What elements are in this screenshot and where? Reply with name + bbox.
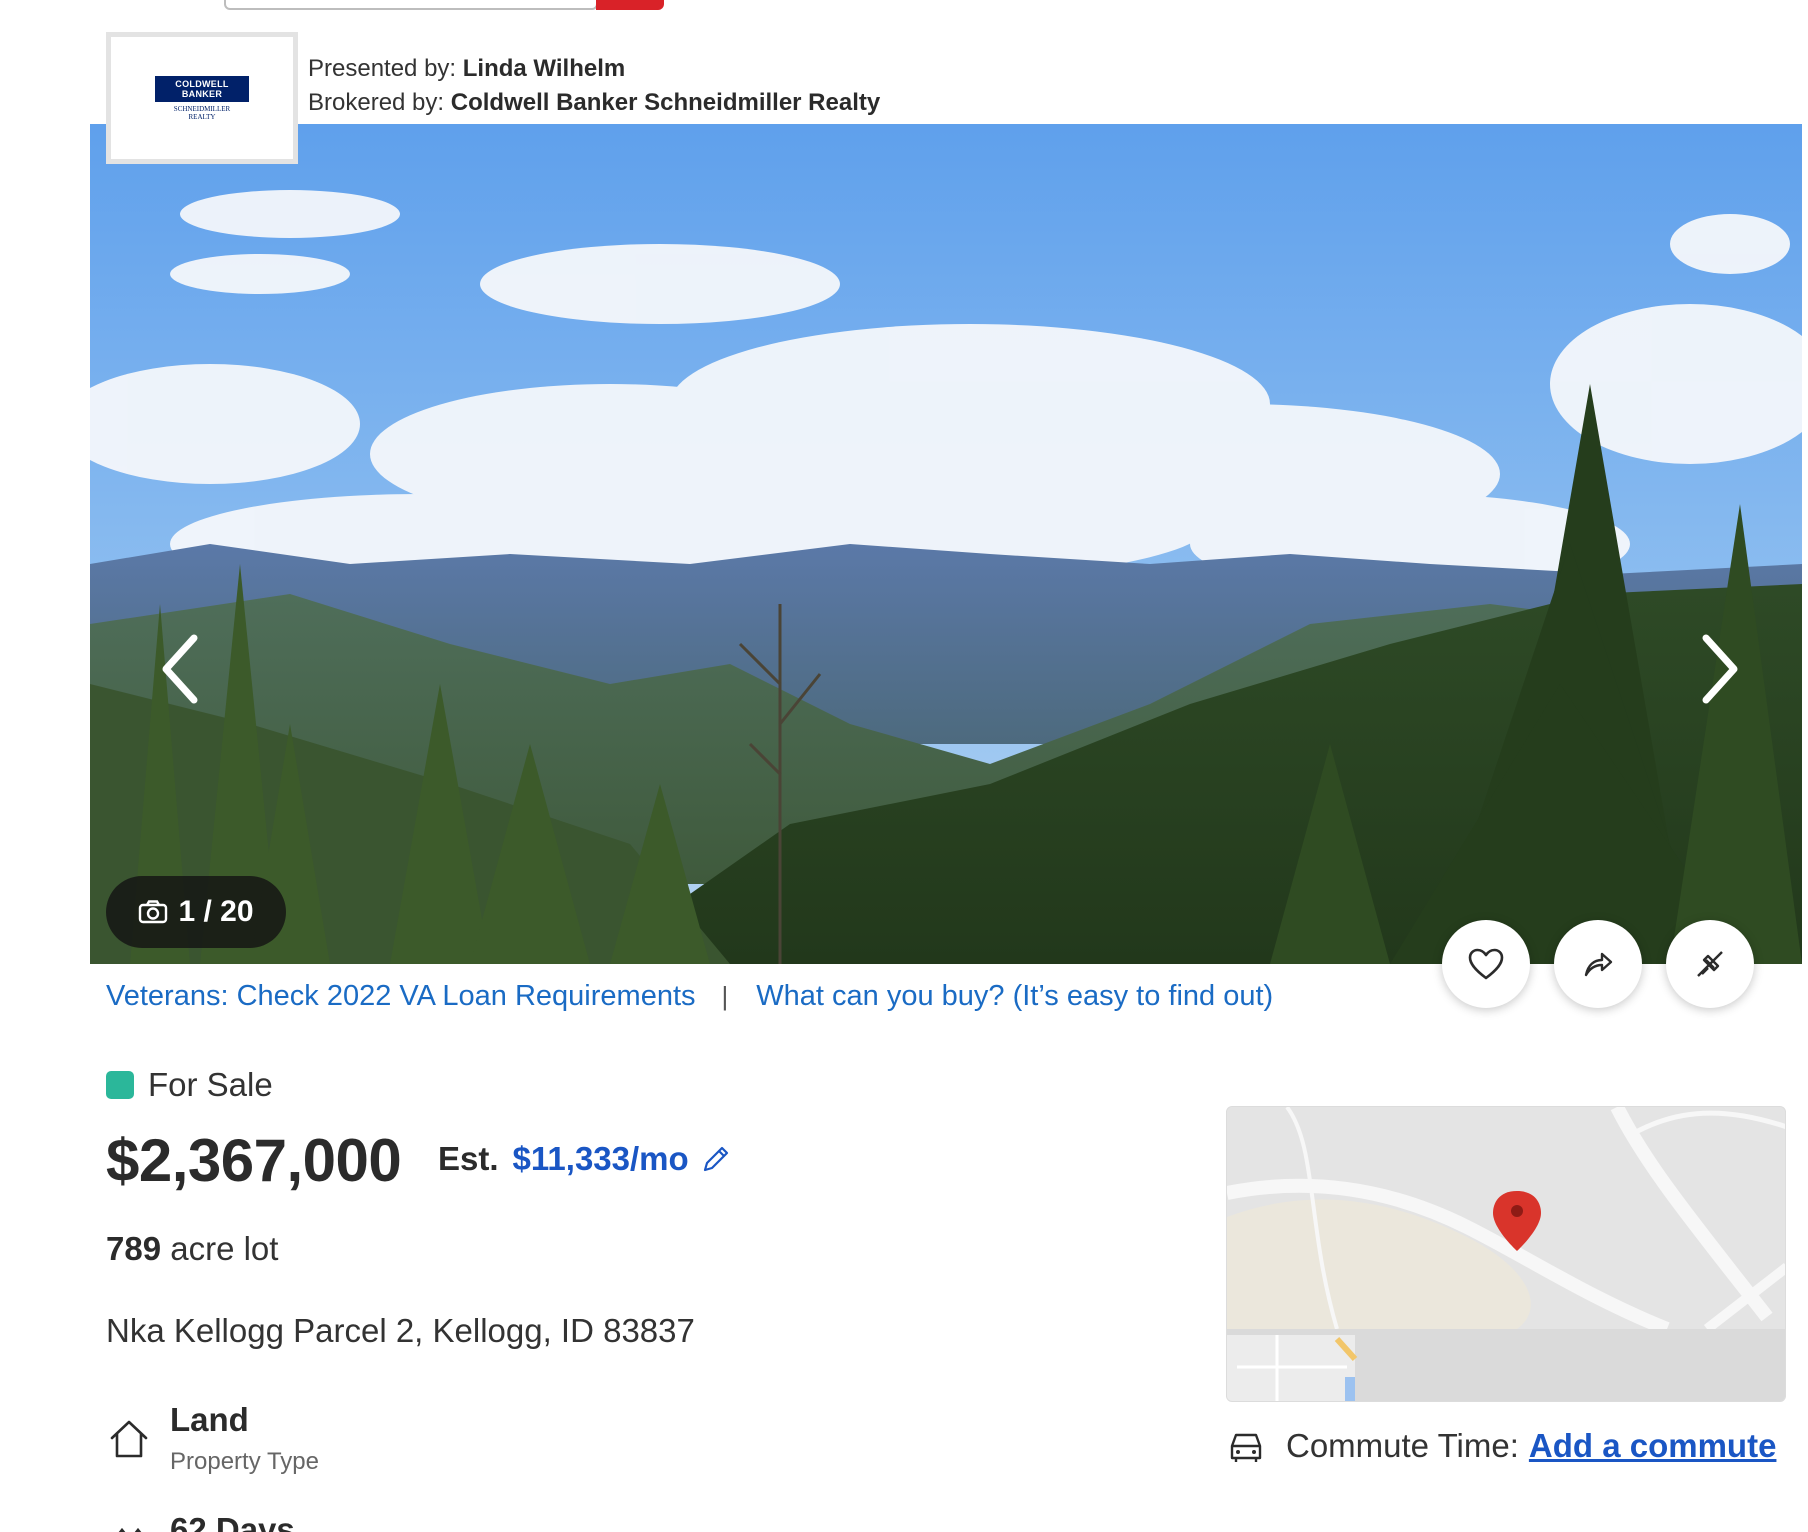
photo-next-button[interactable] [1690,624,1750,714]
logo-text-line: COLDWELL [175,78,229,89]
link-separator: | [721,981,729,1011]
house-icon [110,1420,148,1458]
add-commute-link[interactable]: Add a commute [1529,1427,1777,1465]
listing-price: $2,367,000 [106,1127,402,1194]
what-can-you-buy-link[interactable]: What can you buy? (It’s easy to find out… [756,980,1273,1013]
camera-icon [139,900,168,924]
presented-label: Presented by: [308,55,457,82]
chevron-left-icon [162,634,198,704]
logo-text-line: BANKER [181,88,223,99]
share-button[interactable] [1554,920,1642,1008]
logo-text-line: SCHNEIDMILLER [173,104,231,113]
estimate-value[interactable]: $11,333/mo [513,1140,689,1178]
property-type-label: Property Type [170,1448,319,1475]
commute-time: Commute Time: Add a commute [1226,1426,1776,1466]
property-type: Land Property Type [106,1400,319,1476]
landscape-photo [90,124,1802,964]
broker-info: Presented by: Linda Wilhelm Brokered by:… [308,52,880,120]
heart-icon [1468,948,1504,980]
listing-status: For Sale [106,1066,273,1104]
hide-button[interactable] [1666,920,1754,1008]
logo-text-line: REALTY [188,112,216,121]
search-button[interactable] [596,0,664,10]
map-view [1227,1107,1785,1401]
property-type-value: Land [170,1401,249,1438]
brokered-label: Brokered by: [308,89,445,116]
commute-label: Commute Time: [1286,1427,1519,1464]
status-text: For Sale [148,1066,273,1103]
car-icon [1230,1433,1262,1462]
days-on-market: 62 Days [170,1511,295,1532]
chevron-right-icon [1702,634,1738,704]
estimated-payment: Est. $11,333/mo [438,1140,731,1178]
photo-counter-text: 1 / 20 [178,895,254,928]
hide-icon [1697,951,1723,977]
va-loan-link[interactable]: Veterans: Check 2022 VA Loan Requirement… [106,980,696,1013]
lot-size: 789 acre lot [106,1230,278,1268]
broker-logo: COLDWELL BANKER SCHNEIDMILLER REALTY [106,32,298,164]
location-map[interactable] [1226,1106,1786,1402]
brokerage-name[interactable]: Coldwell Banker Schneidmiller Realty [451,89,880,116]
promo-links: Veterans: Check 2022 VA Loan Requirement… [106,980,1273,1013]
favorite-button[interactable] [1442,920,1530,1008]
status-indicator [106,1071,134,1099]
listing-photo[interactable]: 1 / 20 [90,124,1802,964]
lot-size-unit: acre lot [170,1230,279,1267]
estimate-label: Est. [438,1140,499,1177]
calendar-icon [118,1527,142,1532]
pencil-icon[interactable] [701,1144,731,1174]
lot-size-value: 789 [106,1230,162,1267]
photo-counter[interactable]: 1 / 20 [106,876,286,948]
share-icon [1584,952,1613,977]
agent-name[interactable]: Linda Wilhelm [463,55,625,82]
listing-address: Nka Kellogg Parcel 2, Kellogg, ID 83837 [106,1312,695,1349]
search-input[interactable] [224,0,598,10]
photo-prev-button[interactable] [150,624,210,714]
